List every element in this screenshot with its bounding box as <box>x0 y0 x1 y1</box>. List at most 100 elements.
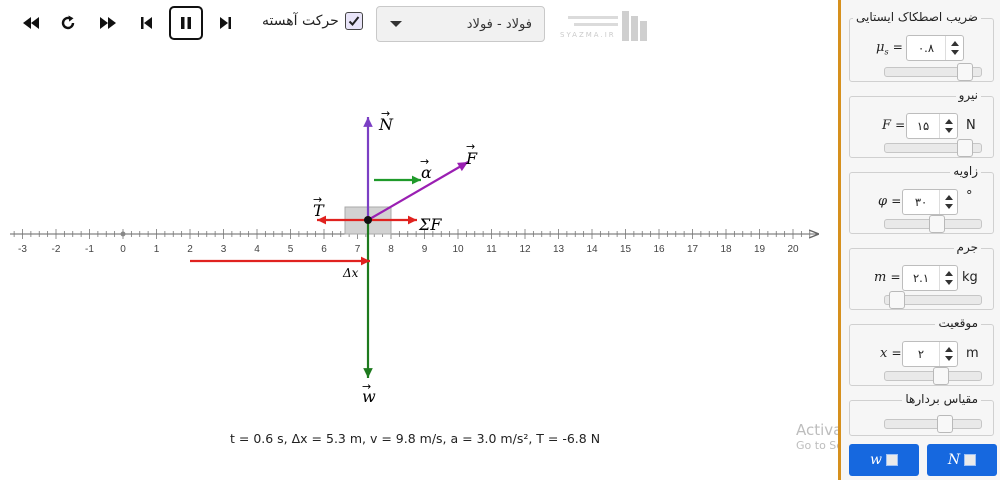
mass-value: ۲.۱ <box>912 271 929 285</box>
step-back-button[interactable] <box>134 10 160 36</box>
axis-tick-label: 5 <box>288 244 294 255</box>
normal-vector-arrow-mark: → <box>381 107 390 120</box>
friction-group: ضریب اصطکاک ایستایی μs = ۰.۸ <box>849 10 994 82</box>
force-value: ۱۵ <box>916 119 930 133</box>
fast-forward-button[interactable] <box>95 10 121 36</box>
axis-tick-label: 16 <box>653 244 665 255</box>
vector-scale-group: مقیاس بردارها <box>849 392 994 436</box>
position-unit: m <box>966 346 979 361</box>
angle-input[interactable]: ۳۰ <box>902 189 958 215</box>
spin-up-icon <box>944 271 953 276</box>
force-symbol: F = <box>882 118 906 133</box>
axis-tick-label: 6 <box>321 244 327 255</box>
slow-motion-checkbox[interactable] <box>344 12 363 30</box>
force-input[interactable]: ۱۵ <box>906 113 958 139</box>
logo-text: SYAZMA.IR <box>560 31 616 39</box>
tension-vector-arrow-mark: → <box>313 193 322 206</box>
step-forward-icon <box>220 17 231 29</box>
angle-slider-thumb[interactable] <box>929 215 945 233</box>
mass-group: جرم m = ۲.۱ kg <box>849 240 994 310</box>
spin-down-icon <box>944 280 953 285</box>
force-unit: N <box>966 118 976 133</box>
spin-up-icon <box>944 119 953 124</box>
displacement-vector <box>190 256 370 266</box>
restart-icon <box>61 15 75 30</box>
control-panel: ضریب اصطکاک ایستایی μs = ۰.۸ نیرو F = ۱۵ <box>838 0 1000 480</box>
angle-unit: ° <box>966 189 973 204</box>
friction-input[interactable]: ۰.۸ <box>906 35 964 61</box>
friction-symbol: μs = <box>876 40 903 57</box>
axis-tick-label: 19 <box>754 244 766 255</box>
normal-vector-toggle-button[interactable]: N <box>927 444 997 476</box>
axis-tick-label: 10 <box>452 244 464 255</box>
force-slider[interactable] <box>884 139 982 157</box>
spin-down-icon <box>944 356 953 361</box>
net-force-vector-label: ΣF <box>418 215 442 234</box>
axis-tick-label: 9 <box>422 244 428 255</box>
position-input[interactable]: ۲ <box>902 341 958 367</box>
axis-tick-label: -1 <box>85 244 94 255</box>
block-center-point <box>364 216 372 224</box>
slow-motion-toggle[interactable]: حرکت آهسته <box>262 12 363 30</box>
mass-symbol: m = <box>874 270 901 285</box>
weight-toggle-label: w <box>870 452 882 468</box>
angle-slider[interactable] <box>884 215 982 233</box>
site-logo: SYAZMA.IR <box>560 8 650 44</box>
spin-up-icon <box>944 347 953 352</box>
axis-tick-label: 12 <box>519 244 531 255</box>
spin-down-icon <box>944 204 953 209</box>
position-title: موقعیت <box>935 316 981 330</box>
force-title: نیرو <box>955 88 981 102</box>
axis-tick-label: -2 <box>52 244 61 255</box>
axis-tick-label: 20 <box>787 244 799 255</box>
friction-slider-thumb[interactable] <box>957 63 973 81</box>
angle-symbol: φ = <box>878 194 902 209</box>
axis-tick-labels: -3 -2 -1 0 1 2 3 4 5 6 7 8 9 10 11 12 13 14 15 16 17 18 19 20 <box>18 244 799 255</box>
mass-spinner[interactable] <box>939 266 957 290</box>
axis-tick-label: 7 <box>355 244 361 255</box>
rewind-button[interactable] <box>18 10 44 36</box>
axis-tick-label: 8 <box>388 244 394 255</box>
angle-group: زاویه φ = ۳۰ ° <box>849 164 994 234</box>
axis-tick-label: 0 <box>120 244 126 255</box>
normal-force-vector <box>363 117 373 220</box>
axis-tick-label: -3 <box>18 244 27 255</box>
step-back-icon <box>141 17 152 29</box>
friction-spinner[interactable] <box>945 36 963 60</box>
normal-toggle-checkbox[interactable] <box>964 454 977 466</box>
axis-tick-label: 13 <box>553 244 565 255</box>
weight-toggle-checkbox[interactable] <box>885 454 898 466</box>
acceleration-vector-arrow-mark: → <box>420 155 429 168</box>
vector-scale-title: مقیاس بردارها <box>902 392 981 406</box>
mass-input[interactable]: ۲.۱ <box>902 265 958 291</box>
material-select[interactable]: فولاد - فولاد <box>376 6 545 42</box>
applied-force-vector <box>367 161 469 221</box>
force-spinner[interactable] <box>939 114 957 138</box>
vector-scale-slider-thumb[interactable] <box>937 415 953 433</box>
mass-slider[interactable] <box>884 291 982 309</box>
position-slider[interactable] <box>884 367 982 385</box>
pause-button[interactable] <box>169 6 203 40</box>
position-slider-thumb[interactable] <box>933 367 949 385</box>
friction-value: ۰.۸ <box>917 41 934 55</box>
restart-button[interactable] <box>55 10 81 36</box>
friction-slider[interactable] <box>884 63 982 81</box>
angle-value: ۳۰ <box>914 195 928 209</box>
weight-vector-toggle-button[interactable]: w <box>849 444 919 476</box>
vector-scale-slider[interactable] <box>884 415 982 433</box>
force-slider-thumb[interactable] <box>957 139 973 157</box>
axis-tick-label: 11 <box>486 244 497 255</box>
position-spinner[interactable] <box>939 342 957 366</box>
mass-unit: kg <box>962 270 978 285</box>
acceleration-vector <box>374 175 421 185</box>
step-forward-button[interactable] <box>212 10 238 36</box>
axis-tick-label: 17 <box>687 244 699 255</box>
axis-tick-label: 3 <box>221 244 227 255</box>
friction-title: ضریب اصطکاک ایستایی <box>853 10 981 24</box>
axis-tick-label: 15 <box>620 244 632 255</box>
slow-motion-label: حرکت آهسته <box>262 13 339 29</box>
mass-slider-thumb[interactable] <box>889 291 905 309</box>
weight-vector <box>363 220 373 378</box>
rewind-icon <box>23 17 39 29</box>
angle-spinner[interactable] <box>939 190 957 214</box>
